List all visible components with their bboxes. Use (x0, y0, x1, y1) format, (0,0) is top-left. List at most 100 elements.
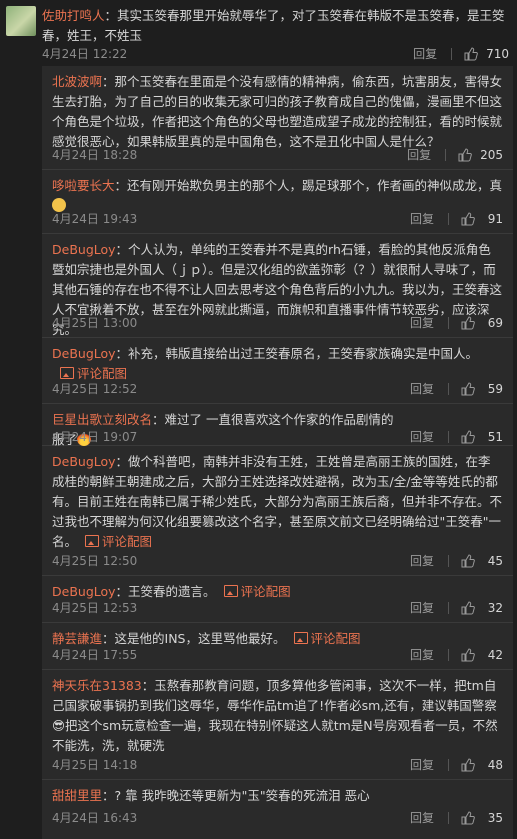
timestamp: 4月25日 13:00 (52, 316, 138, 330)
reply-button[interactable]: 回复 (410, 645, 434, 665)
username-link[interactable]: 哆啦要长大 (52, 178, 115, 193)
reply-item: 甜甜里里：? 靠 我昨晚还等更新为"玉"筊春的死流泪 恶心 4月24日 16:4… (42, 780, 513, 830)
reply-button[interactable]: 回复 (410, 755, 434, 775)
like-count: 45 (487, 554, 503, 568)
reply-body: ：? 靠 我昨晚还等更新为"玉"筊春的死流泪 恶心 (102, 788, 370, 803)
comment-body: ：其实玉筊春那里开始就辱华了，对了玉筊春在韩版不是玉筊春，是王筊春，姓王，不姓玉 (42, 8, 505, 43)
thumbs-up-icon[interactable] (461, 554, 475, 568)
divider (448, 431, 449, 443)
reply-actions: 回复 35 (410, 808, 503, 828)
thumbs-up-icon[interactable] (461, 601, 475, 615)
like-count: 710 (486, 47, 509, 61)
username-link[interactable]: DeBugLoy (52, 242, 116, 257)
reply-meta: 4月25日 12:52 回复 59 (52, 379, 503, 399)
reply-item: 神天乐在31383：玉熬春那教育问题，顶多算他多管闲事，这次不一样，把tm自己国… (42, 670, 513, 780)
reply-text: DeBugLoy：做个科普吧，南韩并非没有王姓，王姓曾是高丽王族的国姓，在李成桂… (52, 452, 503, 552)
timestamp: 4月25日 12:50 (52, 554, 138, 568)
reply-item: 静芸謙進：这是他的INS，这里骂他最好。 评论配图 4月24日 17:55 回复 … (42, 623, 513, 670)
reply-body: ：王筊春的遗言。 (115, 584, 216, 599)
like-count: 42 (487, 648, 503, 662)
reply-item: DeBugLoy：做个科普吧，南韩并非没有王姓，王姓曾是高丽王族的国姓，在李成桂… (42, 446, 513, 576)
reply-item: 巨星出歌立刻改名：难过了 一直很喜欢这个作家的作品剧情的 服了 4月24日 19… (42, 404, 513, 447)
reply-meta: 4月25日 13:00 回复 69 (52, 313, 503, 333)
reply-button[interactable]: 回复 (410, 427, 434, 447)
username-link[interactable]: DeBugLoy (52, 584, 116, 599)
divider (448, 602, 449, 614)
username-link[interactable]: 北波波啊 (52, 74, 102, 89)
timestamp: 4月24日 19:07 (52, 430, 138, 444)
reply-button[interactable]: 回复 (410, 209, 434, 229)
reply-button[interactable]: 回复 (410, 598, 434, 618)
reply-meta: 4月24日 17:55 回复 42 (52, 645, 503, 665)
reply-actions: 回复 32 (410, 598, 503, 618)
thumbs-up-icon[interactable] (461, 382, 475, 396)
username-link[interactable]: DeBugLoy (52, 346, 116, 361)
reply-body: ：补充，韩版直接给出过王筊春原名，王筊春家族确实是中国人。 (115, 346, 479, 361)
comment-actions: 回复 710 (413, 44, 509, 64)
reply-button[interactable]: 回复 (413, 44, 437, 64)
reply-item: DeBugLoy：王筊春的遗言。 评论配图 4月25日 12:53 回复 32 (42, 576, 513, 623)
thumbs-up-icon[interactable] (464, 47, 478, 61)
reply-button[interactable]: 回复 (407, 145, 431, 165)
like-count: 48 (487, 758, 503, 772)
reply-body: ：那个玉筊春在里面是个没有感情的精神病，偷东西，坑害朋友，害得女生去打胎，为了自… (52, 74, 503, 149)
reply-meta: 4月25日 12:50 回复 45 (52, 551, 503, 571)
divider (448, 812, 449, 824)
username-link[interactable]: 甜甜里里 (52, 788, 102, 803)
divider (448, 649, 449, 661)
username-link[interactable]: 静芸謙進 (52, 631, 102, 646)
username-link[interactable]: 神天乐在31383 (52, 678, 142, 693)
username-link[interactable]: 佐助打鸣人 (42, 8, 105, 23)
reply-item: DeBugLoy：补充，韩版直接给出过王筊春原名，王筊春家族确实是中国人。评论配… (42, 338, 513, 404)
thumbs-up-icon[interactable] (461, 430, 475, 444)
timestamp: 4月24日 16:43 (52, 811, 138, 825)
reply-button[interactable]: 回复 (410, 379, 434, 399)
comment-image-link[interactable]: 评论配图 (102, 534, 152, 549)
reply-meta: 4月24日 16:43 回复 35 (52, 808, 503, 828)
reply-meta: 4月25日 14:18 回复 48 (52, 755, 503, 775)
reply-button[interactable]: 回复 (410, 551, 434, 571)
like-count: 91 (487, 212, 503, 226)
avatar[interactable] (6, 6, 36, 36)
reply-button[interactable]: 回复 (410, 808, 434, 828)
reply-actions: 回复 205 (407, 145, 503, 165)
divider (445, 149, 447, 161)
comment-image-link[interactable]: 评论配图 (311, 631, 361, 646)
divider (448, 317, 449, 329)
reply-actions: 回复 51 (410, 427, 503, 447)
image-icon (293, 632, 308, 644)
reply-actions: 回复 69 (410, 313, 503, 333)
divider (448, 759, 449, 771)
timestamp: 4月24日 18:28 (52, 148, 138, 162)
like-count: 69 (487, 316, 503, 330)
reply-text: 北波波啊：那个玉筊春在里面是个没有感情的精神病，偷东西，坑害朋友，害得女生去打胎… (52, 72, 503, 152)
image-icon (223, 585, 238, 597)
thumbs-up-icon[interactable] (458, 148, 472, 162)
timestamp: 4月24日 12:22 (42, 47, 128, 61)
reply-meta: 4月24日 18:28 回复 205 (52, 145, 503, 165)
reply-actions: 回复 59 (410, 379, 503, 399)
timestamp: 4月24日 19:43 (52, 212, 138, 226)
thumbs-up-icon[interactable] (461, 758, 475, 772)
divider (448, 555, 449, 567)
thumbs-up-icon[interactable] (461, 316, 475, 330)
image-icon (85, 535, 100, 547)
thumbs-up-icon[interactable] (461, 212, 475, 226)
divider (448, 213, 449, 225)
like-count: 205 (480, 148, 503, 162)
username-link[interactable]: DeBugLoy (52, 454, 116, 469)
comment-image-link[interactable]: 评论配图 (241, 584, 291, 599)
reply-item: 哆啦要长大：还有刚开始欺负男主的那个人，踢足球那个，作者画的神似成龙，真 4月2… (42, 170, 513, 234)
timestamp: 4月25日 14:18 (52, 758, 138, 772)
reply-button[interactable]: 回复 (410, 313, 434, 333)
like-count: 32 (487, 601, 503, 615)
reply-meta: 4月24日 19:07 回复 51 (52, 427, 503, 447)
divider (448, 383, 449, 395)
timestamp: 4月25日 12:52 (52, 382, 138, 396)
thumbs-up-icon[interactable] (461, 811, 475, 825)
thumbs-up-icon[interactable] (461, 648, 475, 662)
timestamp: 4月25日 12:53 (52, 601, 138, 615)
like-count: 59 (487, 382, 503, 396)
reply-body: ：还有刚开始欺负男主的那个人，踢足球那个，作者画的神似成龙，真 (114, 178, 503, 193)
username-link[interactable]: 巨星出歌立刻改名 (52, 412, 152, 427)
